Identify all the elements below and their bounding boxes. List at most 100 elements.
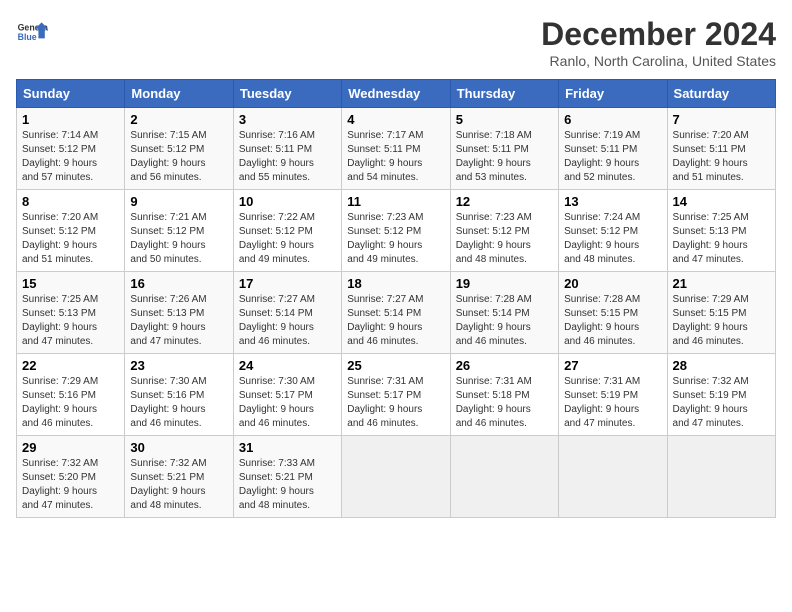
day-info: Sunrise: 7:28 AM Sunset: 5:15 PM Dayligh… [564, 293, 661, 349]
day-number: 31 [239, 440, 336, 455]
day-cell [667, 436, 775, 518]
day-number: 4 [347, 112, 444, 127]
day-cell: 15 Sunrise: 7:25 AM Sunset: 5:13 PM Dayli… [17, 272, 125, 354]
day-info: Sunrise: 7:21 AM Sunset: 5:12 PM Dayligh… [130, 211, 227, 267]
day-number: 1 [22, 112, 119, 127]
day-cell: 17 Sunrise: 7:27 AM Sunset: 5:14 PM Dayli… [233, 272, 341, 354]
day-cell: 25Sunrise: 7:31 AM Sunset: 5:17 PM Dayli… [342, 354, 450, 436]
day-info: Sunrise: 7:25 AM Sunset: 5:13 PM Dayligh… [673, 211, 770, 267]
day-info: Sunrise: 7:14 AM Sunset: 5:12 PM Dayligh… [22, 129, 119, 185]
day-info: Sunrise: 7:23 AM Sunset: 5:12 PM Dayligh… [456, 211, 553, 267]
day-number: 15 [22, 276, 119, 291]
day-number: 27 [564, 358, 661, 373]
day-info: Sunrise: 7:18 AM Sunset: 5:11 PM Dayligh… [456, 129, 553, 185]
day-number: 7 [673, 112, 770, 127]
day-info: Sunrise: 7:32 AM Sunset: 5:21 PM Dayligh… [130, 457, 227, 513]
day-info: Sunrise: 7:17 AM Sunset: 5:11 PM Dayligh… [347, 129, 444, 185]
day-number: 13 [564, 194, 661, 209]
day-cell: 3 Sunrise: 7:16 AM Sunset: 5:11 PM Daylig… [233, 108, 341, 190]
header: General Blue December 2024 Ranlo, North … [16, 16, 776, 69]
day-cell: 14 Sunrise: 7:25 AM Sunset: 5:13 PM Dayli… [667, 190, 775, 272]
day-info: Sunrise: 7:32 AM Sunset: 5:20 PM Dayligh… [22, 457, 119, 513]
col-header-sunday: Sunday [17, 80, 125, 108]
day-number: 18 [347, 276, 444, 291]
day-cell: 2Sunrise: 7:15 AM Sunset: 5:12 PM Daylig… [125, 108, 233, 190]
col-header-tuesday: Tuesday [233, 80, 341, 108]
day-info: Sunrise: 7:19 AM Sunset: 5:11 PM Dayligh… [564, 129, 661, 185]
day-number: 9 [130, 194, 227, 209]
day-info: Sunrise: 7:27 AM Sunset: 5:14 PM Dayligh… [347, 293, 444, 349]
day-cell: 11 Sunrise: 7:23 AM Sunset: 5:12 PM Dayli… [342, 190, 450, 272]
logo-icon: General Blue [16, 16, 48, 48]
day-info: Sunrise: 7:30 AM Sunset: 5:16 PM Dayligh… [130, 375, 227, 431]
day-info: Sunrise: 7:23 AM Sunset: 5:12 PM Dayligh… [347, 211, 444, 267]
day-info: Sunrise: 7:26 AM Sunset: 5:13 PM Dayligh… [130, 293, 227, 349]
day-number: 14 [673, 194, 770, 209]
day-cell: 13 Sunrise: 7:24 AM Sunset: 5:12 PM Dayli… [559, 190, 667, 272]
svg-text:Blue: Blue [18, 32, 37, 42]
day-info: Sunrise: 7:24 AM Sunset: 5:12 PM Dayligh… [564, 211, 661, 267]
day-number: 12 [456, 194, 553, 209]
day-info: Sunrise: 7:30 AM Sunset: 5:17 PM Dayligh… [239, 375, 336, 431]
month-title: December 2024 [541, 16, 776, 53]
week-row-4: 22 Sunrise: 7:29 AM Sunset: 5:16 PM Dayli… [17, 354, 776, 436]
day-cell: 23 Sunrise: 7:30 AM Sunset: 5:16 PM Dayli… [125, 354, 233, 436]
col-header-friday: Friday [559, 80, 667, 108]
day-info: Sunrise: 7:31 AM Sunset: 5:17 PM Dayligh… [347, 375, 444, 431]
day-number: 22 [22, 358, 119, 373]
day-number: 30 [130, 440, 227, 455]
col-header-thursday: Thursday [450, 80, 558, 108]
day-cell: 18 Sunrise: 7:27 AM Sunset: 5:14 PM Dayli… [342, 272, 450, 354]
day-number: 3 [239, 112, 336, 127]
day-cell: 28 Sunrise: 7:32 AM Sunset: 5:19 PM Dayli… [667, 354, 775, 436]
day-cell: 9 Sunrise: 7:21 AM Sunset: 5:12 PM Daylig… [125, 190, 233, 272]
day-cell [342, 436, 450, 518]
day-number: 28 [673, 358, 770, 373]
day-info: Sunrise: 7:27 AM Sunset: 5:14 PM Dayligh… [239, 293, 336, 349]
day-info: Sunrise: 7:31 AM Sunset: 5:19 PM Dayligh… [564, 375, 661, 431]
day-number: 29 [22, 440, 119, 455]
day-cell: 5 Sunrise: 7:18 AM Sunset: 5:11 PM Daylig… [450, 108, 558, 190]
day-number: 17 [239, 276, 336, 291]
day-number: 23 [130, 358, 227, 373]
day-info: Sunrise: 7:33 AM Sunset: 5:21 PM Dayligh… [239, 457, 336, 513]
day-number: 19 [456, 276, 553, 291]
day-info: Sunrise: 7:25 AM Sunset: 5:13 PM Dayligh… [22, 293, 119, 349]
day-info: Sunrise: 7:31 AM Sunset: 5:18 PM Dayligh… [456, 375, 553, 431]
day-cell: 10 Sunrise: 7:22 AM Sunset: 5:12 PM Dayli… [233, 190, 341, 272]
day-info: Sunrise: 7:29 AM Sunset: 5:16 PM Dayligh… [22, 375, 119, 431]
day-cell: 16Sunrise: 7:26 AM Sunset: 5:13 PM Dayli… [125, 272, 233, 354]
day-info: Sunrise: 7:20 AM Sunset: 5:11 PM Dayligh… [673, 129, 770, 185]
day-number: 11 [347, 194, 444, 209]
day-number: 20 [564, 276, 661, 291]
day-number: 10 [239, 194, 336, 209]
col-header-saturday: Saturday [667, 80, 775, 108]
day-cell: 4 Sunrise: 7:17 AM Sunset: 5:11 PM Daylig… [342, 108, 450, 190]
day-cell: 24Sunrise: 7:30 AM Sunset: 5:17 PM Dayli… [233, 354, 341, 436]
day-cell: 22 Sunrise: 7:29 AM Sunset: 5:16 PM Dayli… [17, 354, 125, 436]
day-number: 6 [564, 112, 661, 127]
day-cell: 30 Sunrise: 7:32 AM Sunset: 5:21 PM Dayli… [125, 436, 233, 518]
day-cell [559, 436, 667, 518]
day-number: 26 [456, 358, 553, 373]
calendar-table: SundayMondayTuesdayWednesdayThursdayFrid… [16, 79, 776, 518]
logo: General Blue [16, 16, 48, 48]
title-block: December 2024 Ranlo, North Carolina, Uni… [541, 16, 776, 69]
day-cell: 7 Sunrise: 7:20 AM Sunset: 5:11 PM Daylig… [667, 108, 775, 190]
day-info: Sunrise: 7:22 AM Sunset: 5:12 PM Dayligh… [239, 211, 336, 267]
day-cell: 29 Sunrise: 7:32 AM Sunset: 5:20 PM Dayli… [17, 436, 125, 518]
day-cell: 1 Sunrise: 7:14 AM Sunset: 5:12 PM Daylig… [17, 108, 125, 190]
week-row-1: 1 Sunrise: 7:14 AM Sunset: 5:12 PM Daylig… [17, 108, 776, 190]
day-cell: 27 Sunrise: 7:31 AM Sunset: 5:19 PM Dayli… [559, 354, 667, 436]
col-header-wednesday: Wednesday [342, 80, 450, 108]
week-row-2: 8Sunrise: 7:20 AM Sunset: 5:12 PM Daylig… [17, 190, 776, 272]
day-number: 2 [130, 112, 227, 127]
day-cell: 8Sunrise: 7:20 AM Sunset: 5:12 PM Daylig… [17, 190, 125, 272]
day-cell: 21Sunrise: 7:29 AM Sunset: 5:15 PM Dayli… [667, 272, 775, 354]
day-cell: 20 Sunrise: 7:28 AM Sunset: 5:15 PM Dayli… [559, 272, 667, 354]
day-info: Sunrise: 7:16 AM Sunset: 5:11 PM Dayligh… [239, 129, 336, 185]
day-info: Sunrise: 7:20 AM Sunset: 5:12 PM Dayligh… [22, 211, 119, 267]
subtitle: Ranlo, North Carolina, United States [541, 53, 776, 69]
day-number: 5 [456, 112, 553, 127]
day-info: Sunrise: 7:32 AM Sunset: 5:19 PM Dayligh… [673, 375, 770, 431]
